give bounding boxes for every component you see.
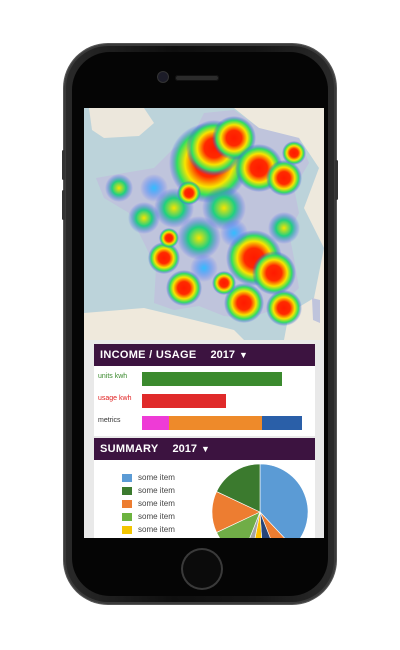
bar-row-metrics: metrics xyxy=(94,414,315,430)
bar-metrics-seg-2 xyxy=(169,416,262,430)
summary-title: SUMMARY xyxy=(100,443,159,455)
income-usage-header[interactable]: INCOME / USAGE 2017 ▼ xyxy=(94,344,315,366)
income-year-select[interactable]: 2017 xyxy=(211,349,235,361)
corsica-landmass xyxy=(312,298,320,323)
summary-pie-chart[interactable] xyxy=(94,460,315,538)
summary-year-select[interactable]: 2017 xyxy=(173,443,197,455)
earpiece-speaker xyxy=(175,75,219,81)
heatmap-map[interactable] xyxy=(84,108,324,340)
bar-label-units: units kwh xyxy=(98,373,128,380)
chevron-down-icon[interactable]: ▼ xyxy=(239,350,248,360)
chevron-down-icon[interactable]: ▼ xyxy=(201,444,210,454)
income-usage-title: INCOME / USAGE xyxy=(100,349,197,361)
summary-header[interactable]: SUMMARY 2017 ▼ xyxy=(94,438,315,460)
power-button xyxy=(335,160,338,200)
volume-up-button xyxy=(62,150,65,180)
volume-down-button xyxy=(62,190,65,220)
bar-metrics-seg-3 xyxy=(262,416,302,430)
income-usage-card: units kwh usage kwh metrics xyxy=(94,366,315,436)
bar-row-units: units kwh xyxy=(94,370,315,386)
bar-units xyxy=(142,372,282,386)
bar-metrics-seg-1 xyxy=(142,416,169,430)
front-camera xyxy=(158,72,168,82)
bar-row-usage: usage kwh xyxy=(94,392,315,408)
home-button[interactable] xyxy=(183,550,221,588)
bar-usage xyxy=(142,394,226,408)
app-screen: INCOME / USAGE 2017 ▼ units kwh usage kw… xyxy=(84,108,324,538)
bar-label-metrics: metrics xyxy=(98,417,121,424)
bar-label-usage: usage kwh xyxy=(98,395,132,402)
summary-card: some item some item some item some item … xyxy=(94,460,315,538)
